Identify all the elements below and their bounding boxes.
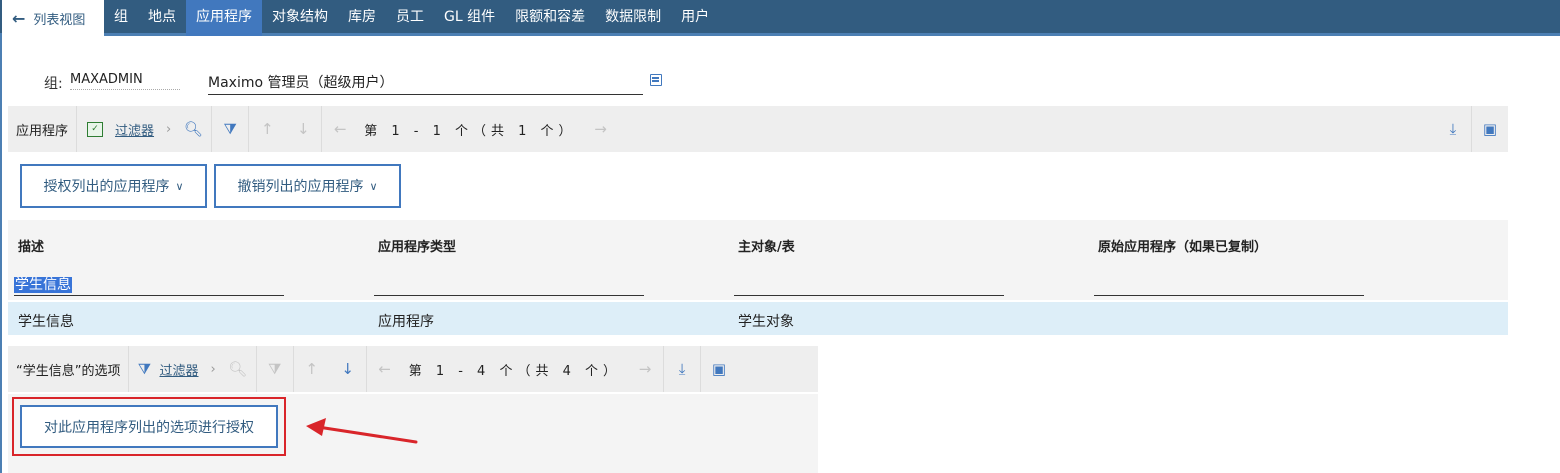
annotation-arrow [306, 418, 418, 444]
